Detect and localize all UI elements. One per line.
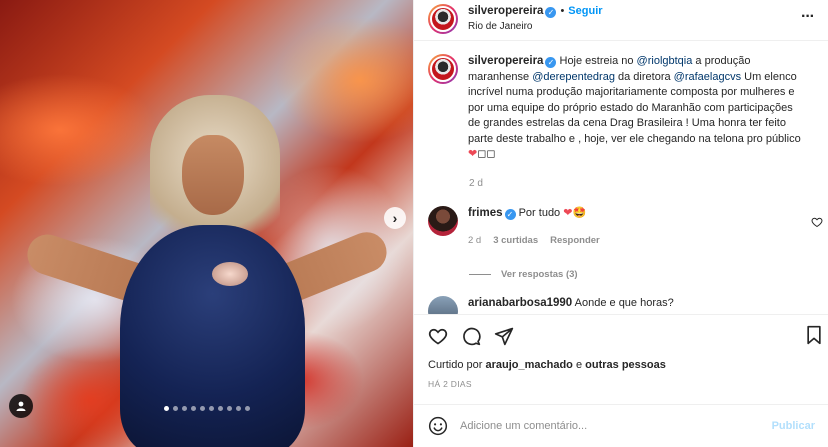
comment-input[interactable] [460,420,760,432]
carousel-dot [190,406,196,411]
post-panel: silveropereira ✓ • Seguir Rio de Janeiro ··… [413,0,828,447]
performer-dress [120,225,305,447]
caption-part: da diretora [614,70,674,83]
separator-dot: • [560,5,565,17]
liked-by-user[interactable]: araujo_machado [485,359,572,371]
comment-likes[interactable]: 3 curtidas [493,233,538,248]
carousel-indicator [0,406,413,411]
follow-button[interactable]: Seguir [568,5,602,17]
comment-item: arianabarbosa1990 Aonde e que horas? [428,296,674,314]
liked-by: Curtido por araujo_machado e outras pess… [428,359,666,371]
post-header: silveropereira ✓ • Seguir Rio de Janeiro [428,2,828,36]
carousel-dot [235,406,241,411]
carousel-dot [163,406,169,411]
emoji-placeholder: ◻◻ [477,148,496,160]
post-location[interactable]: Rio de Janeiro [468,19,603,34]
comment-icon[interactable] [461,326,481,346]
caption-author-avatar[interactable] [428,54,458,84]
bookmark-icon[interactable] [805,325,823,345]
heart-icon[interactable] [811,216,823,228]
send-icon[interactable] [494,326,514,346]
caption-username[interactable]: silveropereira [468,55,543,67]
carousel-dot [172,406,178,411]
comment-time[interactable]: 2 d [468,233,481,248]
comment-item: frimes ✓ Por tudo ❤🤩 2 d 3 curtidas Respo… [428,206,823,248]
next-image-button[interactable]: › [384,207,406,229]
commenter-avatar[interactable] [428,206,458,236]
reply-button[interactable]: Responder [550,233,600,248]
replies-line [469,274,491,275]
comments-section: silveropereira ✓ Hoje estreia no @riolgbt… [414,48,828,314]
publish-button[interactable]: Publicar [772,420,815,432]
emoji-icon[interactable] [428,416,448,436]
post-media[interactable]: › [0,0,413,447]
view-replies-button[interactable]: Ver respostas (3) [469,269,578,280]
liked-by-prefix: Curtido por [428,359,486,371]
mention-link[interactable]: @derepentedrag [532,71,615,83]
caption-time[interactable]: 2 d [469,178,483,189]
author-info: silveropereira ✓ • Seguir Rio de Janeiro [468,4,603,34]
mention-link[interactable]: @riolgbtqia [637,55,693,67]
carousel-dot [217,406,223,411]
comment-text: Por tudo [518,207,564,219]
author-username[interactable]: silveropereira [468,5,543,17]
post-date[interactable]: HÁ 2 DIAS [428,379,472,389]
more-horizontal-icon[interactable]: ··· [801,8,815,26]
verified-icon: ✓ [545,7,557,18]
caption-text: silveropereira ✓ Hoje estreia no @riolgbt… [468,54,806,163]
caption-part: Hoje estreia no [559,55,637,67]
mention-link[interactable]: @rafaelagcvs [674,71,741,83]
commenter-username[interactable]: frimes [468,207,503,219]
carousel-dot [226,406,232,411]
post-actions [428,325,823,347]
actions-divider [414,314,828,315]
comment-meta: 2 d 3 curtidas Responder [468,233,788,248]
heart-icon[interactable] [428,326,448,346]
liked-by-others[interactable]: outras pessoas [585,359,666,371]
add-comment-bar: Publicar [414,405,828,447]
header-divider [414,40,828,41]
liked-by-middle: e [572,359,586,371]
commenter-username[interactable]: arianabarbosa1990 [468,297,572,309]
carousel-dot [244,406,250,411]
comment-emoji: ❤🤩 [563,207,587,219]
verified-icon: ✓ [504,209,516,220]
carousel-dot [181,406,187,411]
commenter-avatar[interactable] [428,296,458,314]
comment-text: Aonde e que horas? [574,297,674,309]
heart-emoji: ❤ [468,148,478,160]
carousel-dot [208,406,214,411]
verified-icon: ✓ [545,57,557,68]
dress-brooch [212,262,248,286]
carousel-dot [199,406,205,411]
comment-body: frimes ✓ Por tudo ❤🤩 2 d 3 curtidas Respo… [468,206,788,248]
author-avatar[interactable] [428,4,458,34]
post-caption: silveropereira ✓ Hoje estreia no @riolgbt… [428,54,823,163]
performer-face [182,135,244,215]
view-replies-label: Ver respostas (3) [501,269,578,280]
